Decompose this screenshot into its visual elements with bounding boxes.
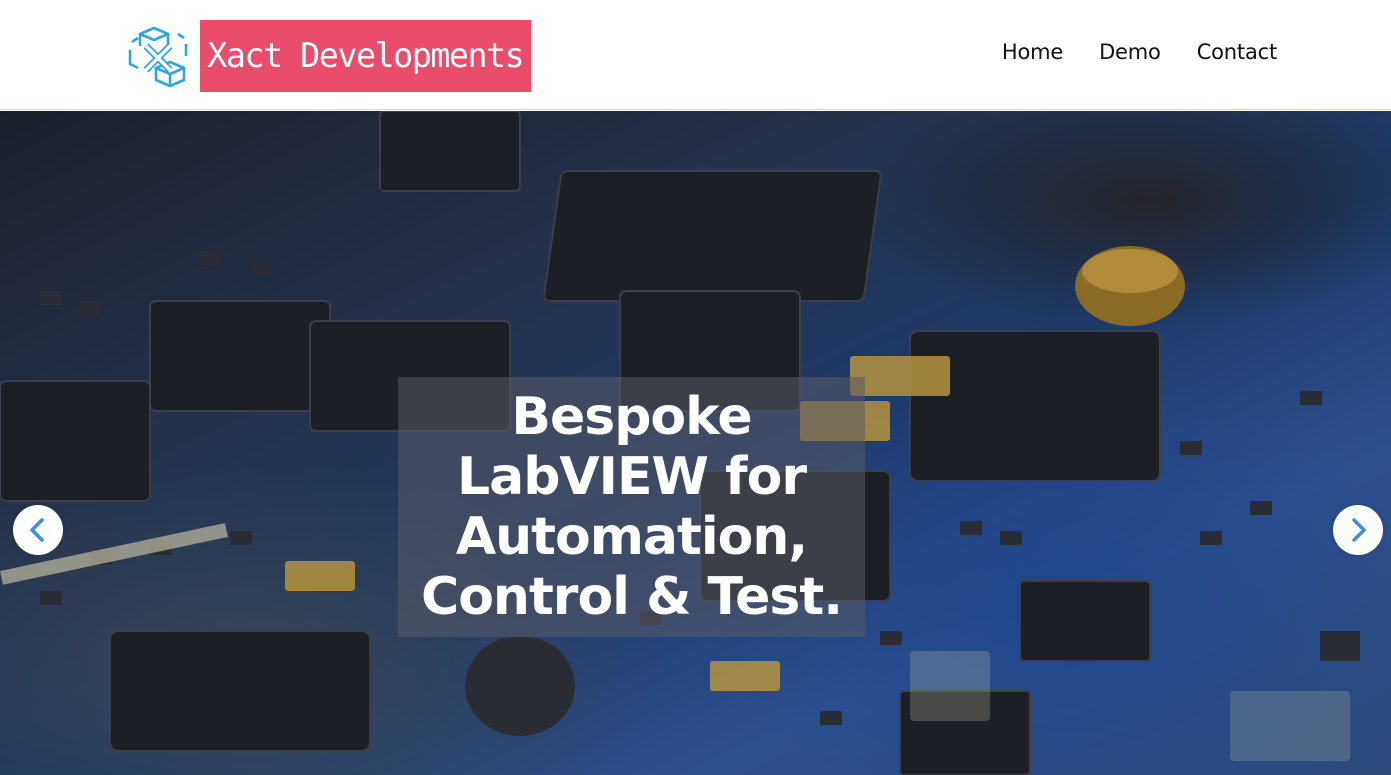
chevron-left-icon	[30, 518, 44, 542]
brand-logo[interactable]: Xact Developments	[126, 20, 531, 92]
brand-wordmark: Xact Developments	[200, 20, 531, 92]
hero-headline: Bespoke LabVIEW for Automation, Control …	[421, 387, 843, 627]
hero-carousel: Bespoke LabVIEW for Automation, Control …	[0, 111, 1391, 775]
nav-home-link[interactable]: Home	[1002, 40, 1063, 64]
chevron-right-icon	[1352, 518, 1366, 542]
x-cube-icon	[128, 26, 188, 88]
hero-headline-line: Bespoke	[511, 387, 752, 447]
brand-name: Xact Developments	[207, 36, 525, 76]
nav-demo-link[interactable]: Demo	[1099, 40, 1161, 64]
hero-headline-line: LabVIEW for	[456, 447, 807, 507]
carousel-next-button[interactable]	[1333, 505, 1383, 555]
hero-caption: Bespoke LabVIEW for Automation, Control …	[398, 377, 865, 637]
hero-headline-line: Automation,	[455, 507, 808, 567]
site-header: Xact Developments Home Demo Contact	[0, 0, 1391, 110]
nav-contact-link[interactable]: Contact	[1197, 40, 1278, 64]
hero-headline-line: Control & Test.	[421, 567, 843, 627]
carousel-prev-button[interactable]	[13, 505, 63, 555]
main-nav: Home Demo Contact	[1002, 40, 1277, 64]
